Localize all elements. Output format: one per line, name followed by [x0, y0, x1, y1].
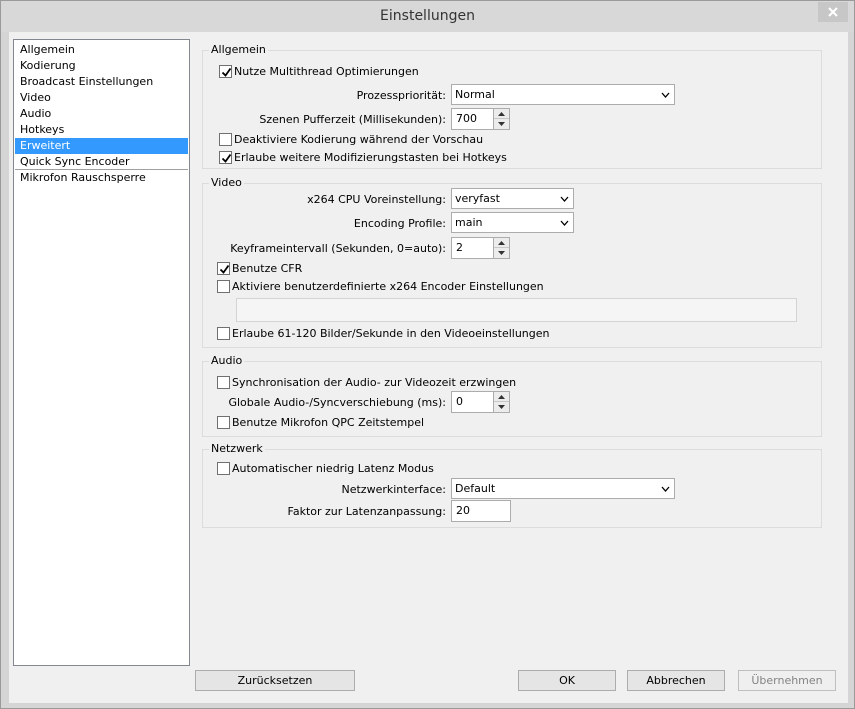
modifier-keys-label: Erlaube weitere Modifizierungstasten bei…: [234, 151, 507, 164]
buffer-value: 700: [456, 112, 477, 125]
low-latency-label: Automatischer niedrig Latenz Modus: [232, 462, 434, 475]
sidebar-item-broadcast[interactable]: Broadcast Einstellungen: [15, 74, 188, 90]
sidebar-item-quick-sync[interactable]: Quick Sync Encoder: [15, 154, 188, 170]
check-icon: [219, 264, 230, 274]
check-icon: [221, 153, 232, 163]
preset-select[interactable]: veryfast: [451, 188, 574, 209]
spin-up-icon: [498, 111, 505, 116]
latency-factor-input[interactable]: 20: [451, 500, 511, 522]
latency-factor-value: 20: [456, 504, 470, 517]
priority-label: Prozesspriorität:: [356, 89, 446, 102]
network-interface-label: Netzwerkinterface:: [341, 483, 446, 496]
fps-high-checkbox[interactable]: [217, 327, 230, 340]
keyframe-spinbox[interactable]: 2: [451, 237, 510, 259]
keyframe-label: Keyframeintervall (Sekunden, 0=auto):: [230, 242, 446, 255]
custom-x264-label: Aktiviere benutzerdefinierte x264 Encode…: [232, 280, 544, 293]
buffer-spin-up[interactable]: [494, 109, 509, 119]
close-button[interactable]: [818, 2, 848, 22]
group-title-allgemein: Allgemein: [209, 43, 268, 57]
cfr-checkbox[interactable]: [217, 262, 230, 275]
window-title: Einstellungen: [380, 8, 475, 24]
fps-high-label: Erlaube 61-120 Bilder/Sekunde in den Vid…: [232, 327, 550, 340]
group-title-netzwerk: Netzwerk: [209, 442, 265, 456]
custom-x264-input[interactable]: [236, 298, 797, 322]
buffer-label: Szenen Pufferzeit (Millisekunden):: [259, 113, 446, 126]
spin-up-icon: [498, 240, 505, 245]
dialog-client: Allgemein Kodierung Broadcast Einstellun…: [9, 32, 848, 703]
group-netzwerk: Netzwerk Automatischer niedrig Latenz Mo…: [202, 442, 822, 528]
cancel-button[interactable]: Abbrechen: [627, 670, 725, 691]
qpc-label: Benutze Mikrofon QPC Zeitstempel: [232, 416, 425, 429]
close-icon: [828, 7, 838, 17]
group-audio: Audio Synchronisation der Audio- zur Vid…: [202, 354, 822, 437]
sidebar-item-erweitert[interactable]: Erweitert: [15, 138, 188, 154]
ok-button[interactable]: OK: [518, 670, 616, 691]
spin-down-icon: [498, 405, 505, 409]
keyframe-value: 2: [456, 241, 463, 254]
cfr-label: Benutze CFR: [232, 262, 303, 275]
custom-x264-checkbox[interactable]: [217, 280, 230, 293]
profile-value: main: [455, 216, 483, 229]
audio-sync-label: Synchronisation der Audio- zur Videozeit…: [232, 376, 517, 389]
spin-down-icon: [498, 251, 505, 255]
check-icon: [221, 67, 232, 77]
disable-encoding-label: Deaktiviere Kodierung während der Vorsch…: [234, 133, 484, 146]
latency-factor-label: Faktor zur Latenzanpassung:: [287, 505, 446, 518]
audio-offset-spin-up[interactable]: [494, 392, 509, 402]
spin-up-icon: [498, 394, 505, 399]
profile-select[interactable]: main: [451, 212, 574, 233]
title-bar[interactable]: Einstellungen: [1, 1, 854, 32]
settings-window: Einstellungen Allgemein Kodierung Broadc…: [0, 0, 855, 709]
profile-label: Encoding Profile:: [353, 217, 446, 230]
apply-button[interactable]: Übernehmen: [738, 670, 836, 691]
audio-offset-label: Globale Audio-/Syncverschiebung (ms):: [228, 396, 446, 409]
network-interface-select[interactable]: Default: [451, 478, 675, 499]
sidebar-item-mikrofon-rauschsperre[interactable]: Mikrofon Rauschsperre: [15, 170, 188, 186]
chevron-down-icon: [661, 486, 670, 492]
multithread-checkbox[interactable]: [219, 65, 232, 78]
preset-value: veryfast: [455, 192, 500, 205]
disable-encoding-checkbox[interactable]: [219, 133, 232, 146]
multithread-label: Nutze Multithread Optimierungen: [234, 65, 419, 78]
reset-button[interactable]: Zurücksetzen: [195, 670, 355, 691]
audio-sync-checkbox[interactable]: [217, 376, 230, 389]
group-allgemein: Allgemein Nutze Multithread Optimierunge…: [202, 43, 822, 169]
priority-value: Normal: [455, 88, 495, 101]
group-title-audio: Audio: [209, 354, 245, 368]
audio-offset-spinbox[interactable]: 0: [451, 391, 510, 413]
sidebar-item-kodierung[interactable]: Kodierung: [15, 58, 188, 74]
keyframe-spin-down[interactable]: [494, 248, 509, 258]
low-latency-checkbox[interactable]: [217, 462, 230, 475]
sidebar-item-audio[interactable]: Audio: [15, 106, 188, 122]
group-video: Video x264 CPU Voreinstellung: veryfast …: [202, 176, 822, 348]
chevron-down-icon: [661, 92, 670, 98]
qpc-checkbox[interactable]: [217, 416, 230, 429]
chevron-down-icon: [560, 196, 569, 202]
spin-down-icon: [498, 122, 505, 126]
audio-offset-spin-down[interactable]: [494, 402, 509, 412]
chevron-down-icon: [560, 220, 569, 226]
modifier-keys-checkbox[interactable]: [219, 151, 232, 164]
sidebar-item-hotkeys[interactable]: Hotkeys: [15, 122, 188, 138]
buffer-spinbox[interactable]: 700: [451, 108, 510, 130]
priority-select[interactable]: Normal: [451, 84, 675, 105]
preset-label: x264 CPU Voreinstellung:: [307, 193, 446, 206]
network-interface-value: Default: [455, 482, 496, 495]
sidebar[interactable]: Allgemein Kodierung Broadcast Einstellun…: [13, 39, 190, 666]
group-title-video: Video: [209, 176, 244, 190]
buffer-spin-down[interactable]: [494, 119, 509, 129]
sidebar-item-allgemein[interactable]: Allgemein: [15, 42, 188, 58]
sidebar-item-video[interactable]: Video: [15, 90, 188, 106]
audio-offset-value: 0: [456, 395, 463, 408]
keyframe-spin-up[interactable]: [494, 238, 509, 248]
